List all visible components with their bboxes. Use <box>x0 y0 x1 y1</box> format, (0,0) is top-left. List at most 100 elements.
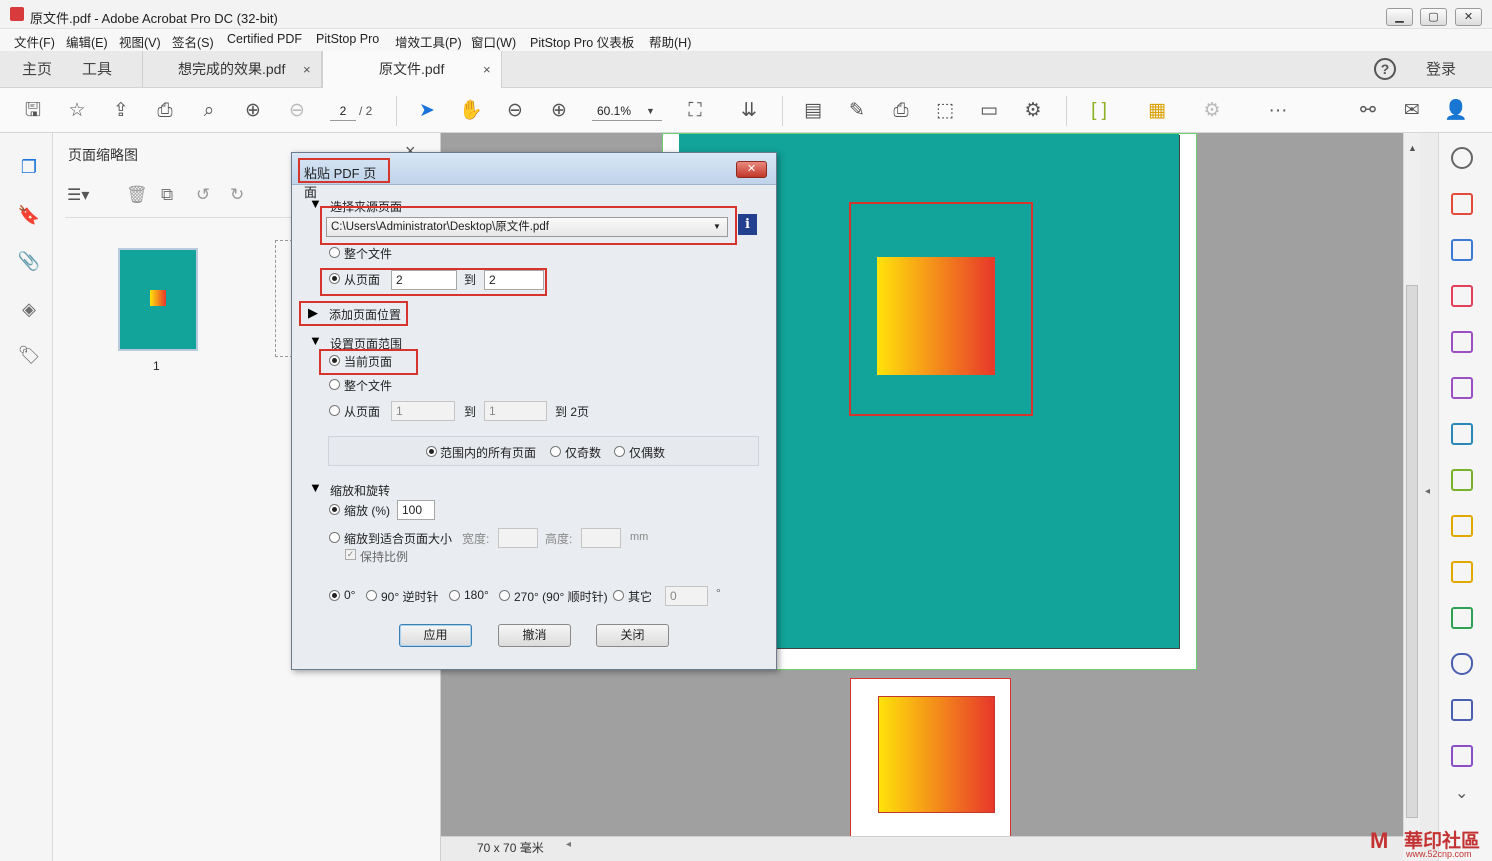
ruler-icon[interactable]: ▭ <box>977 99 1001 123</box>
dialog-close-button[interactable]: ✕ <box>736 161 767 178</box>
menu-certified-pdf[interactable]: Certified PDF <box>227 32 302 46</box>
scale-percent-input[interactable]: 100 <box>397 500 435 520</box>
menu-pitstop-pro[interactable]: PitStop Pro <box>316 32 379 46</box>
rotate-right-icon[interactable]: ↻ <box>230 185 244 205</box>
menu-sign[interactable]: 签名(S) <box>172 32 214 51</box>
collapse-arrow-icon[interactable]: ◂ <box>1425 486 1430 497</box>
scale-percent-radio[interactable] <box>329 504 340 515</box>
save-icon[interactable]: 🖫 <box>21 99 45 123</box>
apply-button[interactable]: 应用 <box>399 624 472 647</box>
scroll-mode-icon[interactable]: ⇊ <box>737 99 761 123</box>
menu-edit[interactable]: 编辑(E) <box>66 32 108 51</box>
page-down-icon[interactable]: ⊖ <box>285 99 309 123</box>
menu-pitstop-dashboard[interactable]: PitStop Pro 仪表板 <box>530 32 634 51</box>
source-from-page-input[interactable]: 2 <box>391 270 457 290</box>
login-button[interactable]: 登录 <box>1426 51 1456 88</box>
tags-icon[interactable]: 🏷 <box>17 343 41 367</box>
menu-file[interactable]: 文件(F) <box>14 32 55 51</box>
bookmarks-icon[interactable]: 🔖 <box>17 203 41 227</box>
keep-ratio-checkbox[interactable]: ✓ <box>345 549 356 560</box>
rotate-other-input[interactable]: 0 <box>665 586 708 606</box>
layers-icon[interactable]: ◈ <box>17 297 41 321</box>
menu-help[interactable]: 帮助(H) <box>649 32 691 51</box>
page-up-icon[interactable]: ⊕ <box>241 99 265 123</box>
zoom-tool-icon[interactable] <box>1451 147 1473 169</box>
source-whole-file-radio[interactable] <box>329 247 340 258</box>
source-from-page-radio[interactable] <box>329 273 340 284</box>
range-from-page-input[interactable]: 1 <box>391 401 455 421</box>
more-tools-chevron-icon[interactable]: ⌄ <box>1455 783 1468 803</box>
scrollbar-thumb[interactable] <box>1406 285 1418 818</box>
page-thumbnail-1[interactable] <box>118 248 198 351</box>
print-production-icon[interactable] <box>1451 607 1473 629</box>
zoom-out-icon[interactable]: ⊖ <box>503 99 527 123</box>
maximize-button[interactable]: ▢ <box>1420 8 1447 26</box>
source-to-page-input[interactable]: 2 <box>484 270 544 290</box>
page-thumbnails-icon[interactable]: ❐ <box>17 155 41 179</box>
certificates-icon[interactable] <box>1451 745 1473 767</box>
table-tool-icon[interactable]: ▦ <box>1145 99 1169 123</box>
send-for-review-icon[interactable] <box>1451 423 1473 445</box>
minimize-button[interactable]: ▁ <box>1386 8 1413 26</box>
combine-files-icon[interactable] <box>1451 239 1473 261</box>
bookmark-star-icon[interactable]: ☆ <box>65 99 89 123</box>
even-only-radio[interactable] <box>614 446 625 457</box>
attachments-icon[interactable]: 📎 <box>17 249 41 273</box>
edit-pdf-icon[interactable] <box>1451 515 1473 537</box>
height-input[interactable] <box>581 528 621 548</box>
hand-tool-icon[interactable]: ✋ <box>459 99 483 123</box>
protect-icon[interactable] <box>1451 653 1473 675</box>
cancel-button[interactable]: 撤消 <box>498 624 571 647</box>
zoom-level-select[interactable]: 60.1% ▼ <box>592 101 662 121</box>
odd-only-radio[interactable] <box>550 446 561 457</box>
add-position-collapsed-icon[interactable]: ▶ <box>308 305 318 321</box>
insert-page-icon[interactable]: ⧉ <box>161 185 173 205</box>
rotate-other-radio[interactable] <box>613 590 624 601</box>
tab-tools[interactable]: 工具 <box>82 51 112 88</box>
link-share-icon[interactable]: ⚯ <box>1356 99 1380 123</box>
fill-sign-icon[interactable] <box>1451 377 1473 399</box>
scroll-left-icon[interactable]: ◂ <box>566 839 571 850</box>
range-to-page-input[interactable]: 1 <box>484 401 547 421</box>
comment-icon[interactable] <box>1451 561 1473 583</box>
cloud-upload-icon[interactable]: ⇪ <box>109 99 133 123</box>
print-preview-icon[interactable]: ⎙ <box>889 99 913 123</box>
rotate-90-radio[interactable] <box>366 590 377 601</box>
info-icon[interactable]: i <box>738 214 757 235</box>
fit-page-radio[interactable] <box>329 532 340 543</box>
thumbnail-options-icon[interactable]: ☰▾ <box>67 185 103 207</box>
tab-doc-source-close[interactable]: × <box>483 51 491 88</box>
menu-view[interactable]: 视图(V) <box>119 32 161 51</box>
source-file-dropdown[interactable]: C:\Users\Administrator\Desktop\原文件.pdf ▼ <box>326 217 728 237</box>
tab-home[interactable]: 主页 <box>22 51 52 88</box>
help-icon[interactable]: ? <box>1374 58 1396 80</box>
range-from-page-radio[interactable] <box>329 405 340 416</box>
rotate-left-icon[interactable]: ↺ <box>196 185 210 205</box>
tab-doc-source[interactable]: 原文件.pdf × <box>322 51 502 88</box>
organize-pages-icon[interactable] <box>1451 285 1473 307</box>
create-pdf-icon[interactable] <box>1451 193 1473 215</box>
menu-plugins[interactable]: 增效工具(P) <box>395 32 462 51</box>
tab-doc-target-close[interactable]: × <box>303 51 311 88</box>
rotate-0-radio[interactable] <box>329 590 340 601</box>
more-options-icon[interactable]: ··· <box>1266 99 1290 123</box>
width-input[interactable] <box>498 528 538 548</box>
close-button[interactable]: 关闭 <box>596 624 669 647</box>
print-icon[interactable]: ⎙ <box>153 99 177 123</box>
rotate-180-radio[interactable] <box>449 590 460 601</box>
menu-window[interactable]: 窗口(W) <box>471 32 516 51</box>
select-cursor-icon[interactable]: ➤ <box>415 99 439 123</box>
delete-page-icon[interactable]: 🗑 <box>126 185 148 205</box>
search-icon[interactable]: ⌕ <box>197 99 221 123</box>
rotate-270-radio[interactable] <box>499 590 510 601</box>
export-pdf-icon[interactable] <box>1451 331 1473 353</box>
edit-tool-icon[interactable]: ✎ <box>845 99 869 123</box>
current-page-radio[interactable] <box>329 355 340 366</box>
tab-doc-target[interactable]: 想完成的效果.pdf × <box>142 51 322 88</box>
bracket-tool-icon[interactable]: [ ] <box>1087 99 1111 123</box>
crop-tool-icon[interactable]: ⬚ <box>933 99 957 123</box>
email-icon[interactable]: ✉ <box>1400 99 1424 123</box>
add-position-title[interactable]: 添加页面位置 <box>329 306 401 323</box>
action-wizard-icon[interactable] <box>1451 699 1473 721</box>
fit-page-icon[interactable]: ⛶ <box>683 99 707 123</box>
